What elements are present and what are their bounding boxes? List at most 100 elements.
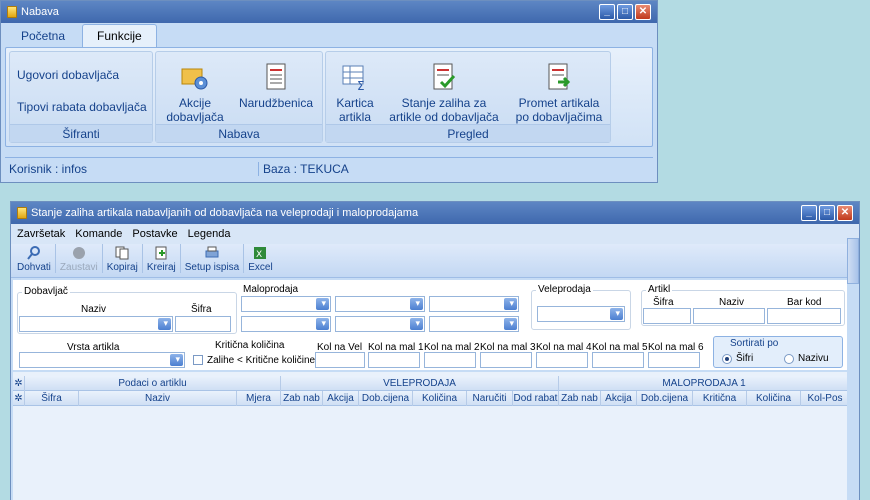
- narudzbenica-label: Narudžbenica: [238, 96, 314, 110]
- maloprodaja-dropdown-2[interactable]: ▾: [335, 296, 425, 312]
- stanje-zaliha-button[interactable]: Stanje zaliha za artikle od dobavljača: [386, 62, 502, 124]
- sort-nazivu-radio[interactable]: [784, 354, 794, 364]
- akcije-dobavljaca-button[interactable]: Akcije dobavljača: [162, 62, 228, 124]
- menu-zavrsetak[interactable]: Završetak: [17, 228, 65, 240]
- maloprodaja-dropdown-3[interactable]: ▾: [429, 296, 519, 312]
- sort-nazivu-label: Nazivu: [798, 353, 829, 364]
- veleprodaja-dropdown[interactable]: ▾: [537, 306, 625, 322]
- zalihe-checkbox[interactable]: [193, 355, 203, 365]
- dobavljac-legend: Dobavljač: [22, 286, 70, 297]
- group-label-nabava: Nabava: [156, 124, 322, 142]
- maloprodaja-dropdown-1[interactable]: ▾: [241, 296, 331, 312]
- menu-postavke[interactable]: Postavke: [132, 228, 177, 240]
- excel-button[interactable]: X Excel: [244, 244, 276, 273]
- dohvati-label: Dohvati: [17, 262, 51, 273]
- dobavljac-sifra-label: Šifra: [191, 304, 212, 315]
- kol-mal3-input[interactable]: [480, 352, 532, 368]
- col-akcija[interactable]: Akcija: [323, 391, 359, 406]
- maloprodaja-dropdown-4[interactable]: ▾: [241, 316, 331, 332]
- promet-artikala-button[interactable]: Promet artikala po dobavljačima: [510, 62, 608, 124]
- menu-komande[interactable]: Komande: [75, 228, 122, 240]
- kopiraj-label: Kopiraj: [106, 262, 138, 273]
- close-button[interactable]: ✕: [837, 205, 853, 221]
- minimize-button[interactable]: _: [599, 4, 615, 20]
- zaustavi-button[interactable]: Zaustavi: [56, 244, 103, 273]
- maximize-button[interactable]: □: [617, 4, 633, 20]
- kol-mal4-input[interactable]: [536, 352, 588, 368]
- maloprodaja-dropdown-6[interactable]: ▾: [429, 316, 519, 332]
- menu-legenda[interactable]: Legenda: [188, 228, 231, 240]
- col-zab-nab[interactable]: Zab nab: [281, 391, 323, 406]
- data-grid: ✲ Podaci o artiklu VELEPRODAJA MALOPRODA…: [13, 372, 847, 500]
- band-veleprodaja: VELEPRODAJA: [281, 376, 559, 391]
- col-kolicina-2[interactable]: Količina: [747, 391, 801, 406]
- title-bar: Nabava _ □ ✕: [1, 1, 657, 23]
- artikl-barkod-input[interactable]: [767, 308, 841, 324]
- col-mjera[interactable]: Mjera: [237, 391, 281, 406]
- col-akcija-2[interactable]: Akcija: [601, 391, 637, 406]
- grid-band-header: ✲ Podaci o artiklu VELEPRODAJA MALOPRODA…: [13, 376, 847, 391]
- setup-label: Setup ispisa: [184, 262, 240, 273]
- col-zab-nab-2[interactable]: Zab nab: [559, 391, 601, 406]
- dohvati-button[interactable]: Dohvati: [13, 244, 56, 273]
- tipovi-rabata-link[interactable]: Tipovi rabata dobavljača: [17, 100, 147, 114]
- vrsta-artikla-dropdown[interactable]: ▾: [19, 352, 185, 368]
- col-naruciti[interactable]: Naručiti: [467, 391, 513, 406]
- veleprodaja-legend: Veleprodaja: [536, 284, 593, 295]
- stanje-label: Stanje zaliha za artikle od dobavljača: [389, 96, 499, 124]
- zaustavi-label: Zaustavi: [59, 262, 98, 273]
- folder-icon: [7, 6, 17, 18]
- document-arrow-icon: [544, 62, 574, 92]
- grid-corner[interactable]: ✲: [13, 376, 25, 391]
- toolbar: Dohvati Zaustavi Kopiraj Kreiraj Setup i…: [11, 244, 859, 278]
- group-sifranti: Ugovori dobavljača Tipovi rabata dobavlj…: [9, 51, 153, 143]
- col-kolicina[interactable]: Količina: [413, 391, 467, 406]
- col-dob-cijena[interactable]: Dob.cijena: [359, 391, 413, 406]
- zalihe-label: Zalihe < Kritične količine: [207, 355, 316, 366]
- setup-ispisa-button[interactable]: Setup ispisa: [181, 244, 245, 273]
- sort-legend: Sortirati po: [730, 338, 779, 349]
- group-nabava: Akcije dobavljača Narudžbenica Nabava: [155, 51, 323, 143]
- status-bar: Korisnik : infos Baza : TEKUCA: [5, 157, 653, 179]
- toolbar-scroll-handle[interactable]: [847, 238, 859, 284]
- printer-icon: [205, 246, 219, 260]
- nabava-window: Nabava _ □ ✕ Početna Funkcije Ugovori do…: [0, 0, 658, 183]
- document-icon: [261, 62, 291, 92]
- status-user: Korisnik : infos: [5, 161, 259, 176]
- kol-vel-input[interactable]: [315, 352, 365, 368]
- dobavljac-naziv-dropdown[interactable]: ▾: [19, 316, 173, 332]
- filter-panel: Dobavljač Naziv Šifra ▾ Maloprodaja ▾ ▾ …: [13, 280, 847, 370]
- maloprodaja-dropdown-5[interactable]: ▾: [335, 316, 425, 332]
- kol-mal6-input[interactable]: [648, 352, 700, 368]
- kol-mal1-input[interactable]: [368, 352, 420, 368]
- kopiraj-button[interactable]: Kopiraj: [103, 244, 143, 273]
- artikl-naziv-input[interactable]: [693, 308, 765, 324]
- kol-mal2-input[interactable]: [424, 352, 476, 368]
- close-button[interactable]: ✕: [635, 4, 651, 20]
- kreiraj-button[interactable]: Kreiraj: [143, 244, 181, 273]
- sort-sifri-radio[interactable]: [722, 354, 732, 364]
- col-dob-cijena-2[interactable]: Dob.cijena: [637, 391, 693, 406]
- col-kol-pos[interactable]: Kol-Pos: [801, 391, 849, 406]
- col-sifra[interactable]: Šifra: [25, 391, 79, 406]
- gear-folder-icon: [180, 62, 210, 92]
- ugovori-dobavljaca-link[interactable]: Ugovori dobavljača: [17, 68, 119, 82]
- col-kriticna[interactable]: Kritična: [693, 391, 747, 406]
- tab-pocetna[interactable]: Početna: [6, 24, 80, 47]
- kartica-artikla-button[interactable]: Σ Kartica artikla: [330, 62, 380, 124]
- minimize-button[interactable]: _: [801, 205, 817, 221]
- grid-row-corner[interactable]: ✲: [13, 391, 25, 406]
- stop-icon: [72, 246, 86, 260]
- sort-sifri-label: Šifri: [736, 353, 754, 364]
- col-naziv[interactable]: Naziv: [79, 391, 237, 406]
- artikl-sifra-input[interactable]: [643, 308, 691, 324]
- sort-group: Sortirati po Šifri Nazivu: [713, 336, 843, 368]
- kol-mal5-input[interactable]: [592, 352, 644, 368]
- maloprodaja-legend: Maloprodaja: [243, 284, 299, 295]
- narudzbenica-button[interactable]: Narudžbenica: [236, 62, 316, 110]
- dobavljac-sifra-input[interactable]: [175, 316, 231, 332]
- col-dod-rabat[interactable]: Dod rabat: [513, 391, 559, 406]
- maximize-button[interactable]: □: [819, 205, 835, 221]
- tab-funkcije[interactable]: Funkcije: [82, 24, 157, 47]
- excel-icon: X: [253, 246, 267, 260]
